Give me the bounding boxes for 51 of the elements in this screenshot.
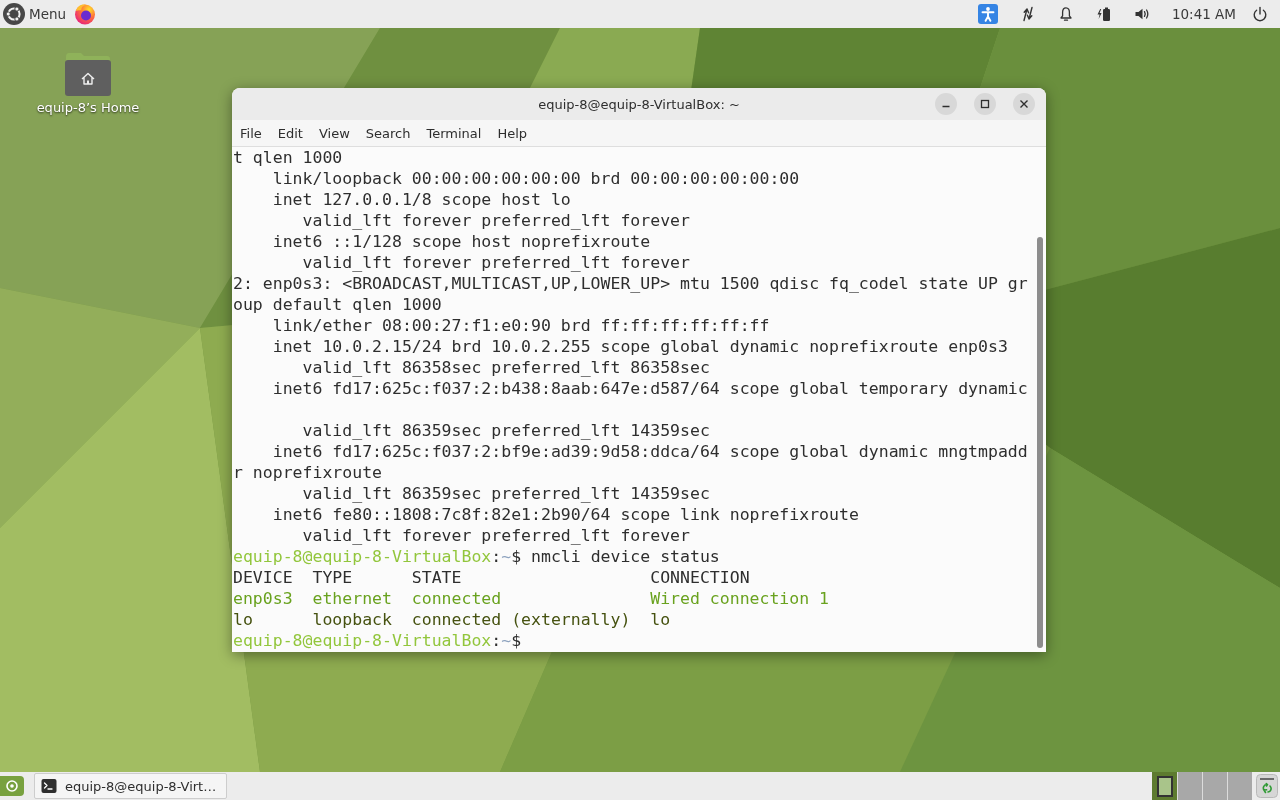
scrollbar-thumb[interactable] <box>1037 237 1043 648</box>
maximize-icon <box>980 99 990 109</box>
prompt-line: equip-8@equip-8-VirtualBox:~$ nmcli device status <box>233 546 721 567</box>
close-icon <box>1019 99 1029 109</box>
terminal-icon <box>41 778 57 794</box>
output-line: lo loopback connected (externally) lo <box>233 609 672 630</box>
window-thumbnail-icon <box>1157 775 1173 797</box>
output-line: r noprefixroute <box>233 462 383 483</box>
home-folder-icon <box>65 52 111 96</box>
output-line: oup default qlen 1000 <box>233 294 443 315</box>
output-line: valid_lft 86359sec preferred_lft 14359sec <box>301 420 711 441</box>
flame-globe-icon[interactable] <box>74 3 97 25</box>
output-line: inet6 fd17:625c:f037:2:b438:8aab:647e:d587/64 scope global temporary dynamic <box>271 378 1029 399</box>
start-button[interactable] <box>0 776 24 796</box>
output-line: valid_lft forever preferred_lft forever <box>301 210 691 231</box>
output-line: inet6 fe80::1808:7c8f:82e1:2b90/64 scope link noprefixroute <box>271 504 860 525</box>
circle-logo-icon <box>3 3 25 25</box>
output-line: inet6 fd17:625c:f037:2:bf9e:ad39:9d58:ddca/64 scope global dynamic mngtmpadd <box>271 441 1029 462</box>
close-button[interactable] <box>1013 93 1035 115</box>
menu-item[interactable]: View <box>318 125 350 141</box>
menu-item[interactable]: Terminal <box>426 125 482 141</box>
output-line: inet 127.0.0.1/8 scope host lo <box>271 189 572 210</box>
clock[interactable]: 10:41 AM <box>1171 6 1236 22</box>
trash-icon[interactable] <box>1256 774 1278 798</box>
menu-item[interactable]: Edit <box>277 125 303 141</box>
output-line: valid_lft 86358sec preferred_lft 86358sec <box>301 357 711 378</box>
menu-item[interactable]: File <box>240 125 262 141</box>
output-line: link/ether 08:00:27:f1:e0:90 brd ff:ff:ff:ff:ff:ff <box>271 315 771 336</box>
prompt-line: equip-8@equip-8-VirtualBox:~$ <box>233 630 523 651</box>
power-icon[interactable] <box>1252 6 1268 22</box>
output-line: valid_lft forever preferred_lft forever <box>301 252 691 273</box>
battery-icon[interactable] <box>1095 6 1112 22</box>
output-line: link/loopback 00:00:00:00:00:00 brd 00:00:00:00:00:00 <box>271 168 801 189</box>
menu-item[interactable]: Search <box>365 125 411 141</box>
output-line: t qlen 1000 <box>233 147 344 168</box>
output-line: enp0s3 ethernet connected Wired connection 1 <box>233 588 831 609</box>
workspace-button[interactable] <box>1152 772 1177 800</box>
output-line: inet 10.0.2.15/24 brd 10.0.2.255 scope global dynamic noprefixroute enp0s3 <box>271 336 1009 357</box>
output-line: valid_lft forever preferred_lft forever <box>301 525 691 546</box>
output-line: 2: enp0s3: <BROADCAST,MULTICAST,UP,LOWER_UP> mtu 1500 qdisc fq_codel state UP gr <box>233 273 1029 294</box>
circle-logo-icon <box>6 780 18 792</box>
output-line: DEVICE TYPE STATE CONNECTION <box>233 567 751 588</box>
taskbar-window-button[interactable]: equip-8@equip-8-Virt… <box>34 773 227 799</box>
window-title: equip-8@equip-8-VirtualBox: ~ <box>538 96 740 112</box>
accessibility-icon[interactable] <box>977 4 998 24</box>
maximize-button[interactable] <box>974 93 996 115</box>
menu-button[interactable]: Menu <box>3 3 67 25</box>
speaker-icon[interactable] <box>1133 6 1150 22</box>
output-line: inet6 ::1/128 scope host noprefixroute <box>271 231 652 252</box>
menu-item[interactable]: Help <box>497 125 528 141</box>
output-line: valid_lft 86359sec preferred_lft 14359sec <box>301 483 711 504</box>
